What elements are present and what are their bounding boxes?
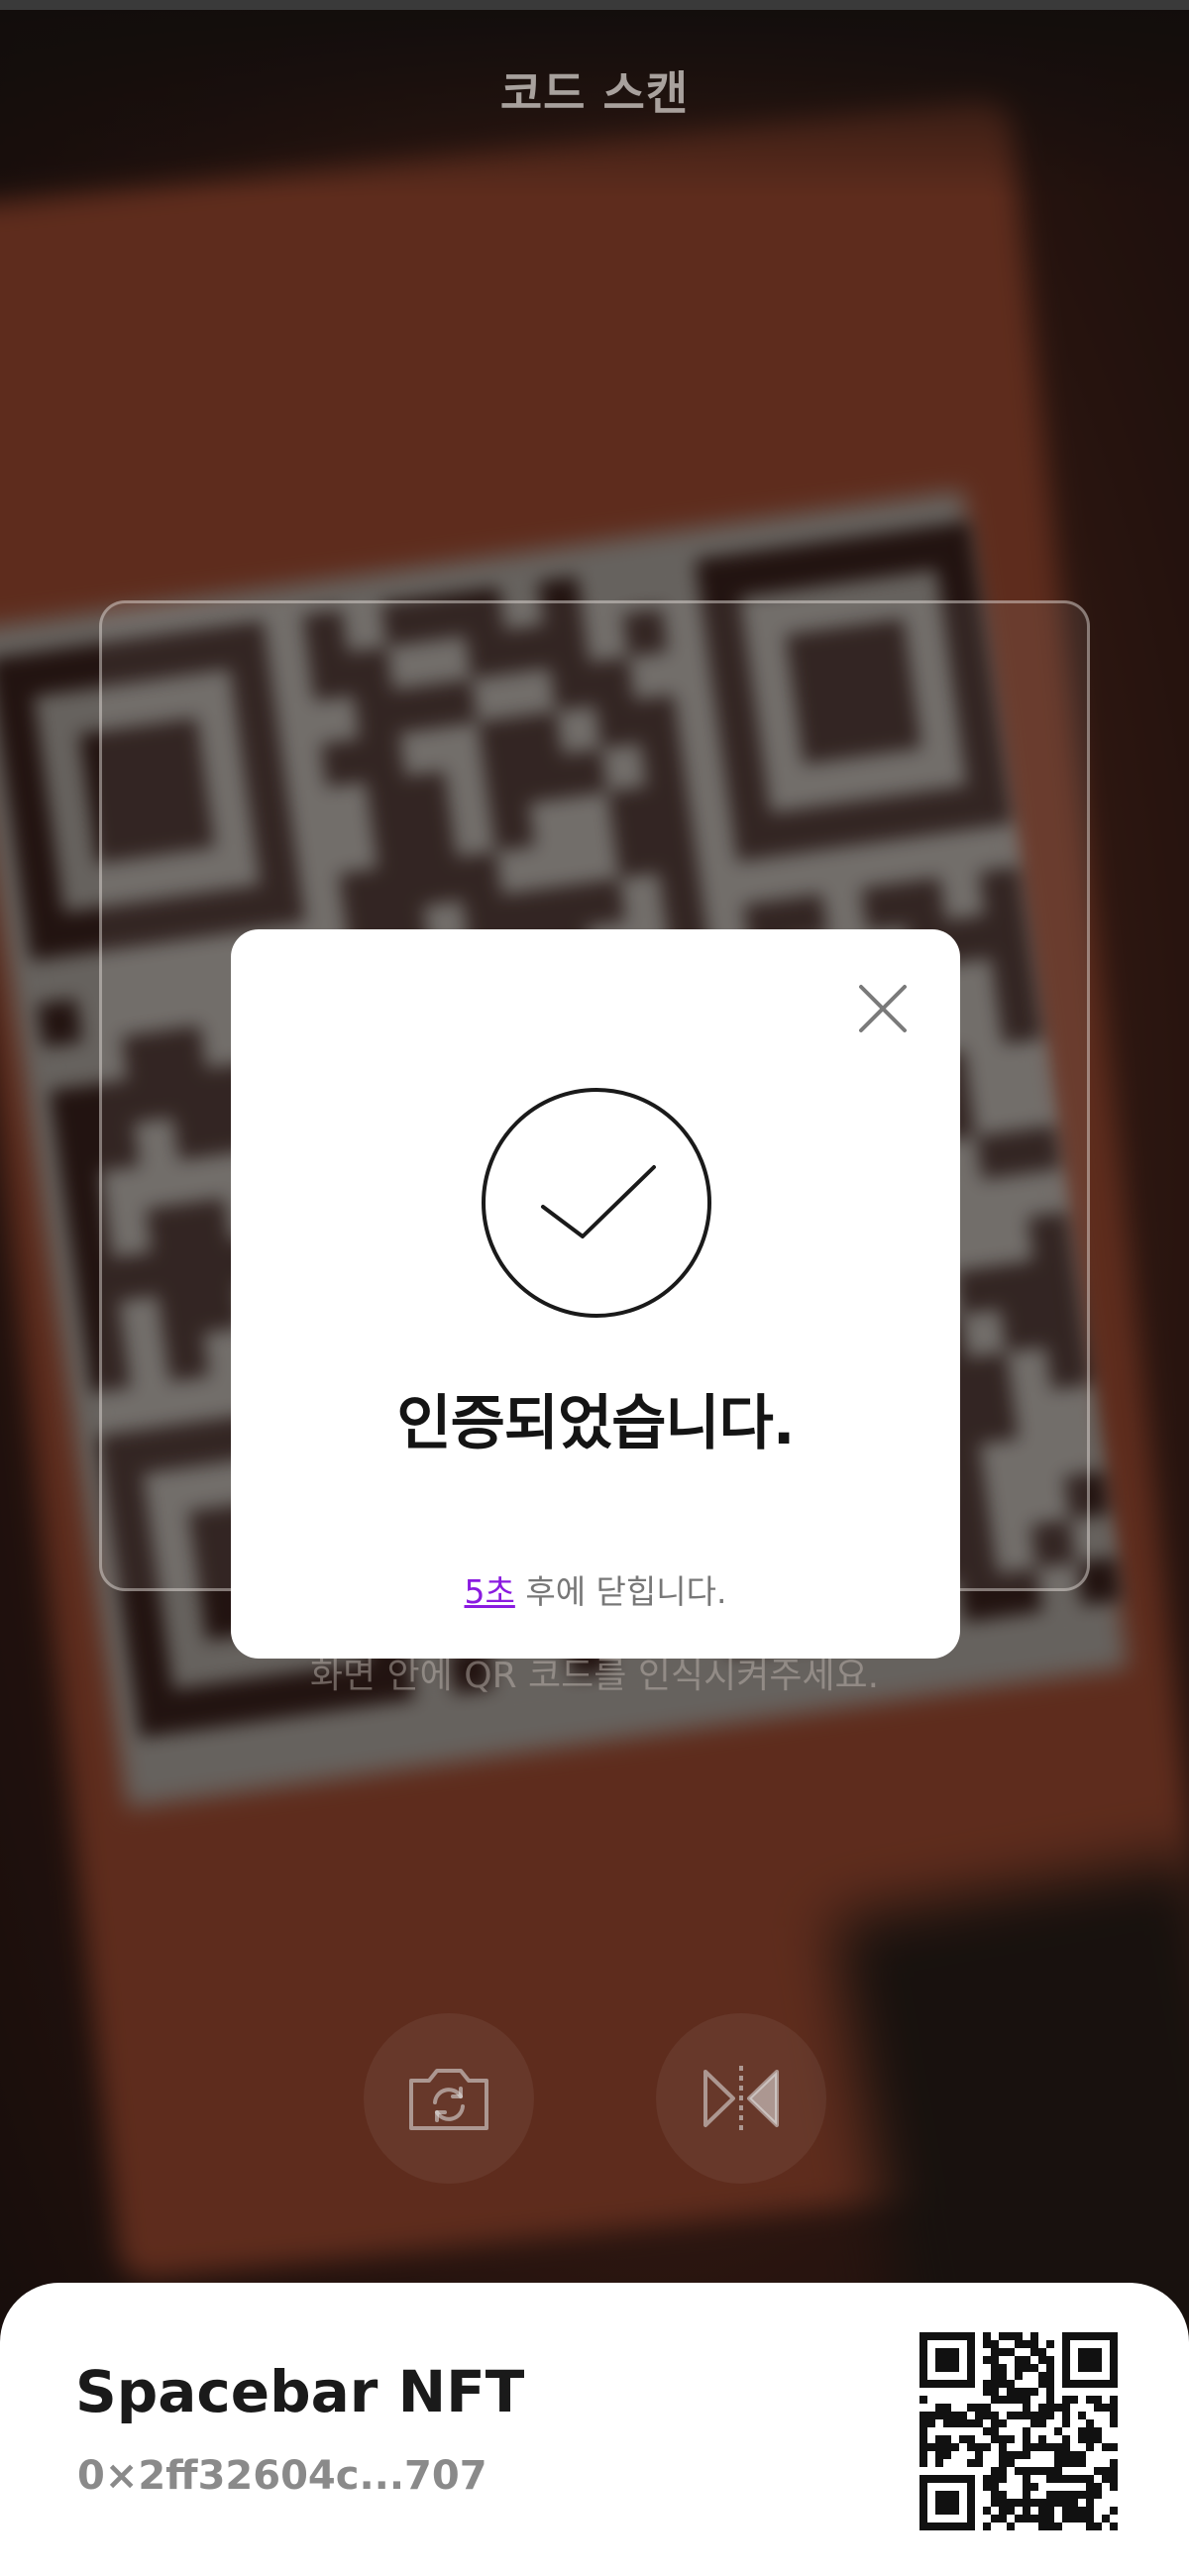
- mirror-flip-icon: [703, 2066, 779, 2131]
- nft-info-sheet: Spacebar NFT 0×2ff32604c...707: [0, 2283, 1189, 2576]
- switch-camera-button[interactable]: [364, 2013, 534, 2184]
- status-bar: [0, 0, 1189, 10]
- countdown-seconds: 5초: [464, 1572, 515, 1611]
- camera-flip-icon: [409, 2069, 488, 2130]
- close-icon: [859, 985, 907, 1032]
- wallet-address: 0×2ff32604c...707: [77, 2453, 487, 2499]
- close-button[interactable]: [855, 981, 911, 1036]
- modal-title: 인증되었습니다.: [396, 1389, 795, 1458]
- check-circle-icon: [480, 1086, 713, 1320]
- auto-close-notice: 5초 후에 닫힙니다.: [231, 1565, 960, 1613]
- mirror-button[interactable]: [656, 2013, 826, 2184]
- qr-code-icon: [919, 2332, 1118, 2530]
- countdown-suffix: 후에 닫힙니다.: [514, 1572, 727, 1611]
- success-modal: 인증되었습니다. 5초 후에 닫힙니다.: [231, 929, 960, 1659]
- page-title: 코드 스캔: [499, 66, 690, 120]
- nft-name: Spacebar NFT: [75, 2358, 525, 2425]
